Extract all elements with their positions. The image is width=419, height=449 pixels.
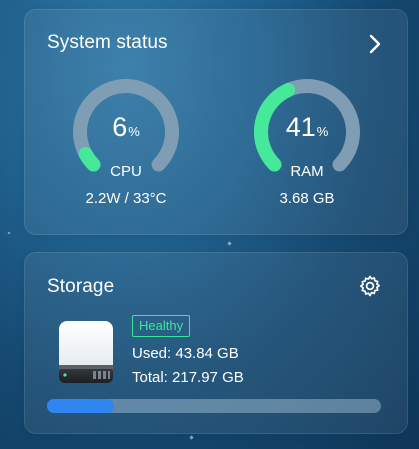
storage-used: Used: 43.84 GB (132, 345, 239, 362)
system-status-title: System status (47, 32, 168, 53)
ram-used-amount: 3.68 GB (279, 190, 335, 207)
background-sparkle (189, 435, 194, 440)
ram-gauge: 41% RAM 3.68 GB (247, 72, 367, 222)
storage-usage-bar (47, 399, 381, 413)
chevron-right-icon[interactable] (365, 32, 385, 56)
storage-usage-fill (47, 399, 115, 413)
system-status-card: System status 6% CPU 2.2W / 33°C 41% RAM… (24, 9, 408, 235)
background-sparkle (7, 231, 11, 235)
cpu-gauge: 6% CPU 2.2W / 33°C (66, 72, 186, 222)
storage-total: Total: 217.97 GB (132, 369, 244, 386)
storage-card: Storage Healthy Used: 43.84 GB Total: 21… (24, 252, 408, 434)
cpu-label: CPU (110, 163, 142, 180)
cpu-percent: 6% (112, 112, 140, 142)
hard-drive-icon (59, 321, 113, 383)
cpu-power-temperature: 2.2W / 33°C (85, 190, 167, 207)
ram-percent: 41% (285, 112, 329, 142)
storage-title: Storage (47, 276, 115, 297)
ram-label: RAM (290, 163, 324, 180)
background-sparkle (227, 241, 232, 246)
gear-icon[interactable] (358, 274, 382, 298)
status-badge: Healthy (132, 315, 191, 337)
